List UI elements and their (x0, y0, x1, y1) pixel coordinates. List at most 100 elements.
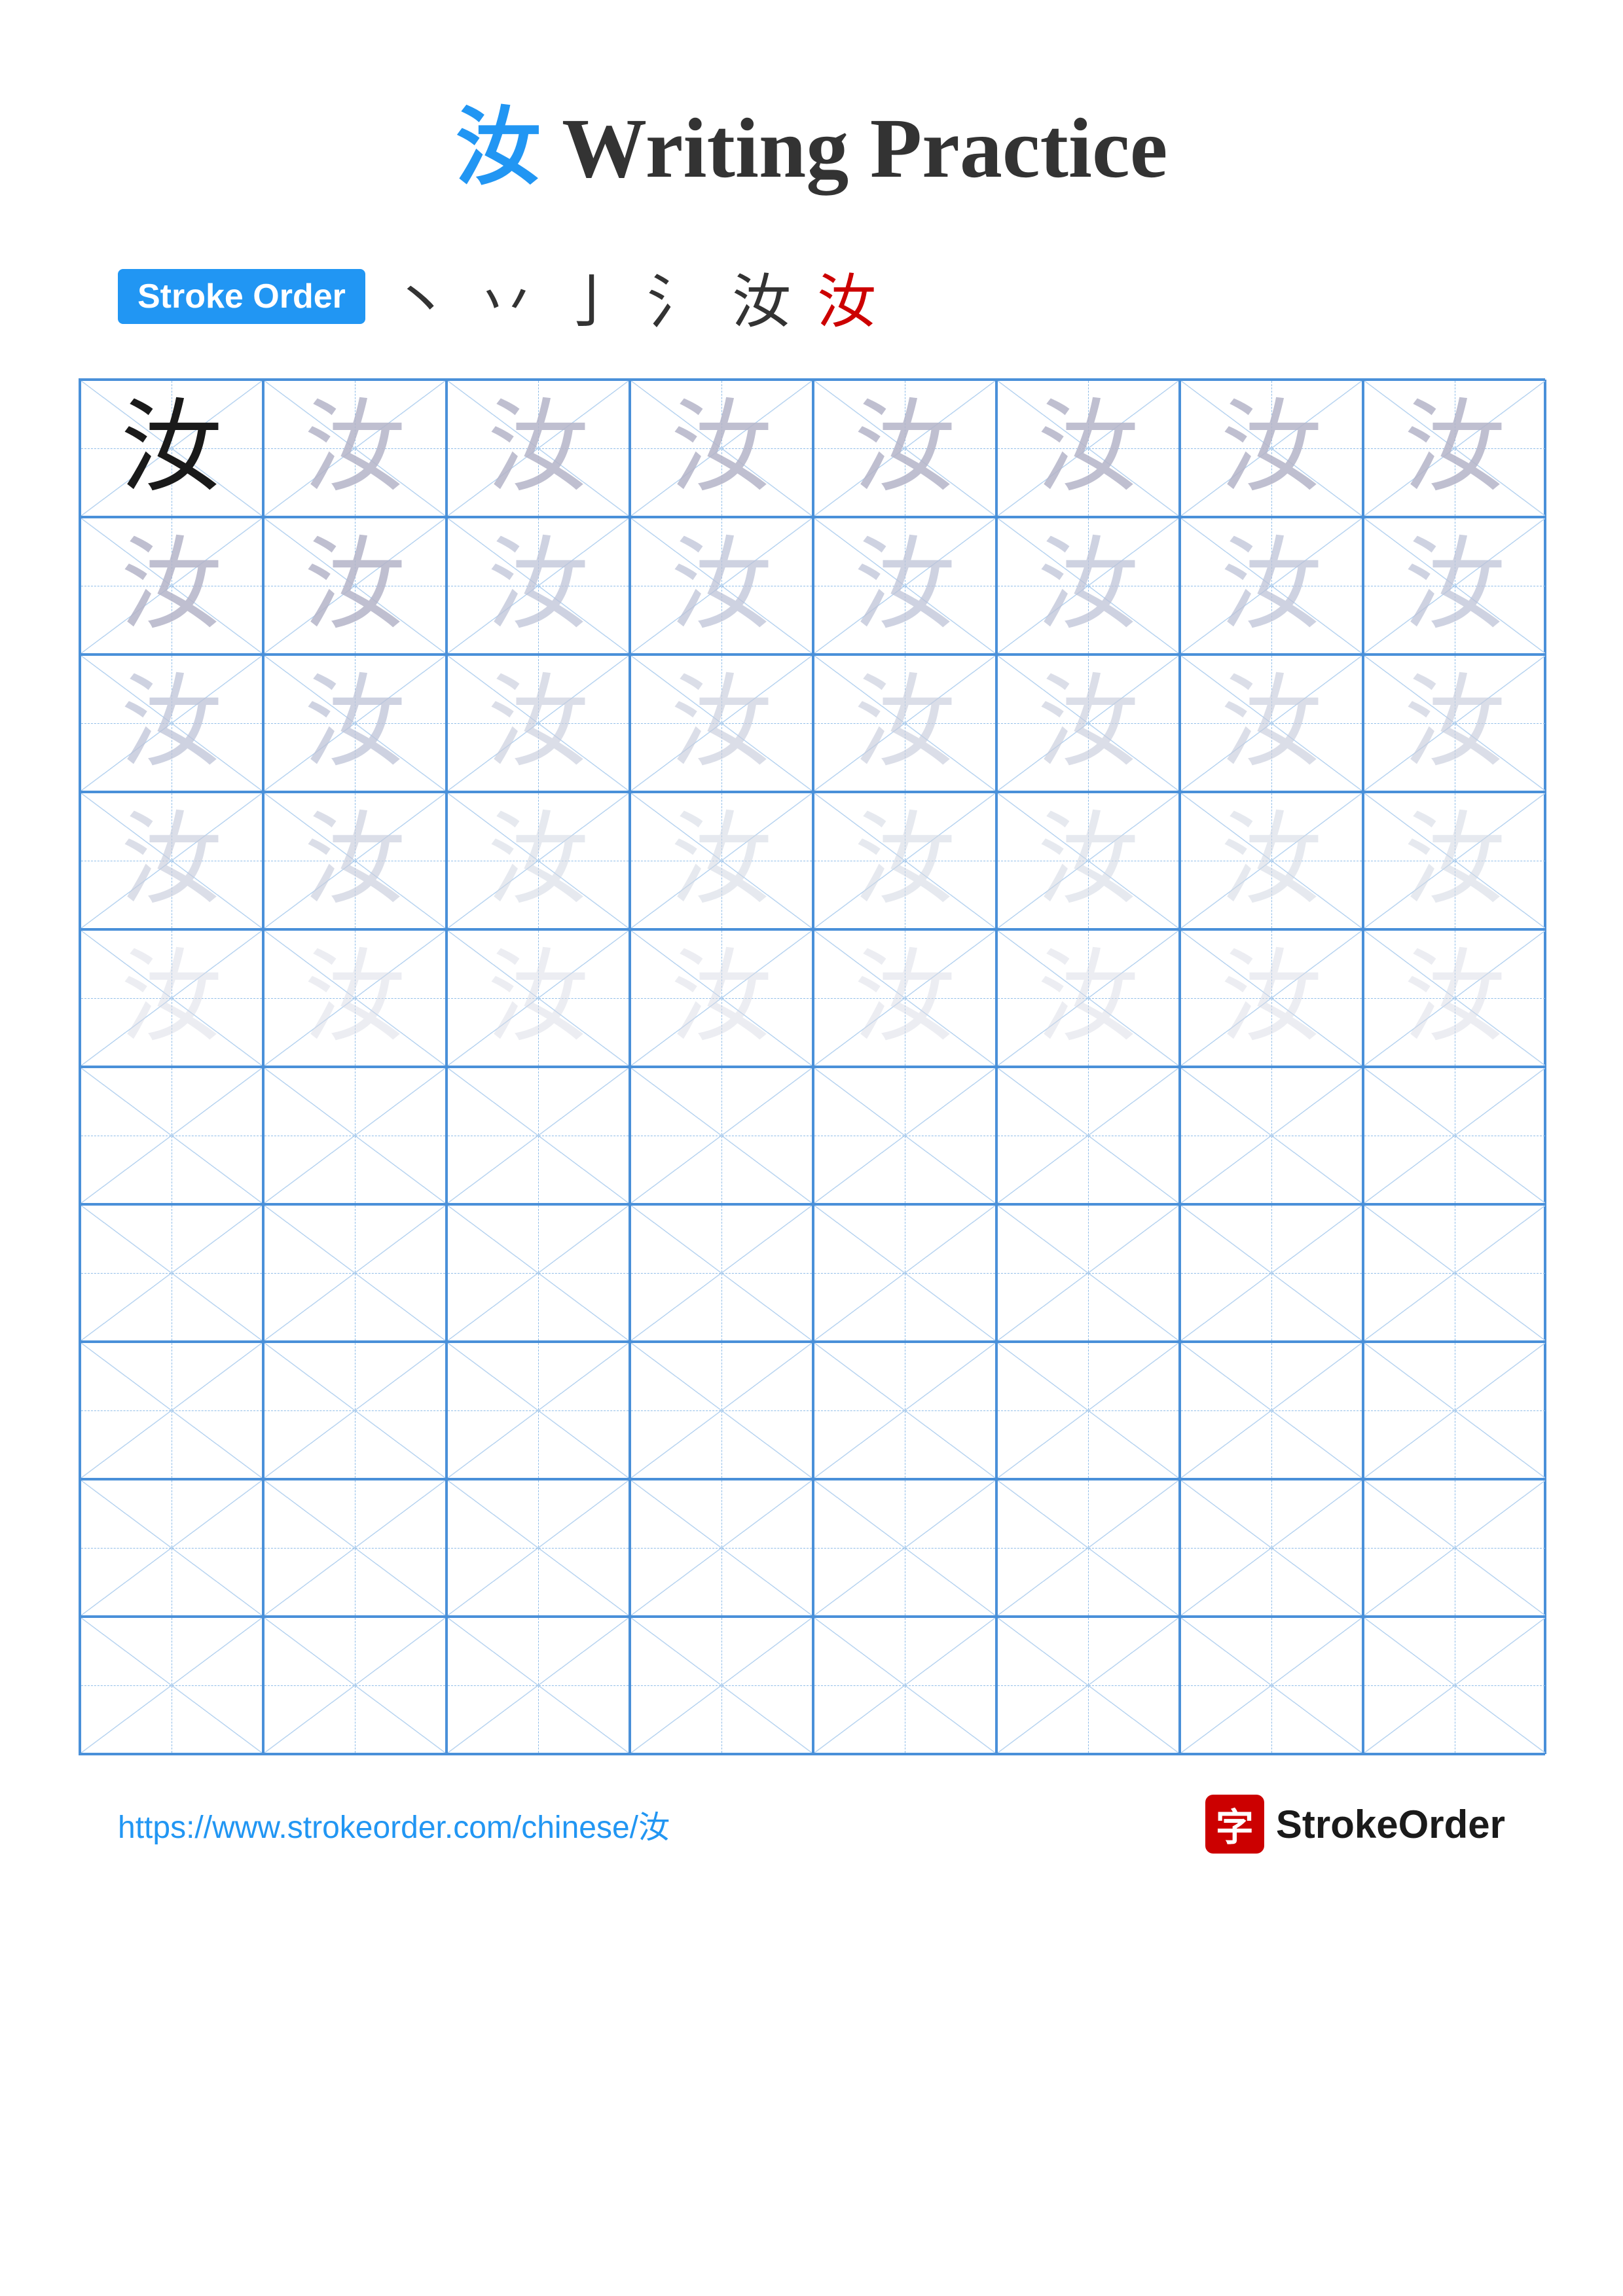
grid-cell[interactable]: 汝 (1363, 929, 1546, 1067)
grid-cell[interactable] (996, 1479, 1180, 1617)
grid-cell[interactable]: 汝 (80, 655, 263, 792)
grid-cell[interactable] (813, 1479, 996, 1617)
grid-cell[interactable] (263, 1342, 447, 1479)
grid-cell[interactable] (630, 1342, 813, 1479)
grid-cell[interactable] (80, 1617, 263, 1754)
grid-cell[interactable] (630, 1204, 813, 1342)
grid-cell[interactable] (447, 1342, 630, 1479)
grid-cell[interactable]: 汝 (447, 792, 630, 929)
grid-cell[interactable] (447, 1617, 630, 1754)
grid-cell[interactable]: 汝 (996, 655, 1180, 792)
stroke-5: 汝 (732, 254, 804, 339)
grid-cell[interactable]: 汝 (813, 655, 996, 792)
grid-cell[interactable] (1363, 1617, 1546, 1754)
stroke-4: 氵 (647, 254, 719, 339)
stroke-sequence: 丶 丷 亅 氵 汝 汝 (392, 254, 889, 339)
grid-cell[interactable]: 汝 (813, 517, 996, 655)
grid-cell[interactable]: 汝 (80, 792, 263, 929)
grid-cell[interactable] (80, 1342, 263, 1479)
grid-cell[interactable] (447, 1204, 630, 1342)
practice-char: 汝 (670, 673, 772, 774)
grid-cell[interactable] (263, 1204, 447, 1342)
practice-char: 汝 (1220, 948, 1322, 1049)
grid-cell[interactable]: 汝 (1180, 929, 1363, 1067)
grid-cell[interactable]: 汝 (263, 517, 447, 655)
grid-cell[interactable] (263, 1067, 447, 1204)
grid-cell[interactable]: 汝 (813, 792, 996, 929)
grid-cell[interactable] (447, 1067, 630, 1204)
grid-cell[interactable]: 汝 (630, 929, 813, 1067)
grid-cell[interactable] (263, 1479, 447, 1617)
practice-char: 汝 (1220, 810, 1322, 912)
practice-char: 汝 (1037, 535, 1139, 637)
grid-cell[interactable] (1180, 1479, 1363, 1617)
grid-cell[interactable]: 汝 (1180, 792, 1363, 929)
grid-cell[interactable] (1180, 1617, 1363, 1754)
grid-cell[interactable]: 汝 (1180, 655, 1363, 792)
footer-url[interactable]: https://www.strokeorder.com/chinese/汝 (118, 1801, 670, 1847)
footer-logo: 字 StrokeOrder (1205, 1795, 1505, 1854)
grid-cell[interactable]: 汝 (813, 380, 996, 517)
grid-cell[interactable] (996, 1342, 1180, 1479)
grid-cell[interactable]: 汝 (447, 380, 630, 517)
grid-cell[interactable]: 汝 (447, 929, 630, 1067)
grid-cell[interactable] (1180, 1067, 1363, 1204)
grid-cell[interactable]: 汝 (1180, 380, 1363, 517)
grid-cell[interactable] (80, 1204, 263, 1342)
grid-cell[interactable] (813, 1067, 996, 1204)
grid-cell[interactable] (1363, 1479, 1546, 1617)
grid-cell[interactable]: 汝 (263, 792, 447, 929)
grid-cell[interactable] (1180, 1342, 1363, 1479)
grid-cell[interactable] (263, 1617, 447, 1754)
grid-cell[interactable] (1363, 1067, 1546, 1204)
grid-cell[interactable] (1363, 1342, 1546, 1479)
grid-cell[interactable]: 汝 (80, 380, 263, 517)
stroke-2: 丷 (477, 254, 549, 339)
grid-cell[interactable] (630, 1479, 813, 1617)
grid-cell[interactable] (1363, 1204, 1546, 1342)
logo-icon: 字 (1205, 1795, 1264, 1854)
grid-cell[interactable] (447, 1479, 630, 1617)
stroke-3: 亅 (562, 254, 634, 339)
grid-cell[interactable]: 汝 (1180, 517, 1363, 655)
practice-char: 汝 (1220, 398, 1322, 499)
grid-cell[interactable]: 汝 (630, 380, 813, 517)
grid-cell[interactable]: 汝 (263, 929, 447, 1067)
grid-cell[interactable]: 汝 (263, 380, 447, 517)
practice-char: 汝 (487, 948, 589, 1049)
title-char: 汝 (456, 101, 541, 196)
grid-cell[interactable] (630, 1067, 813, 1204)
practice-char: 汝 (854, 948, 955, 1049)
grid-cell[interactable] (996, 1617, 1180, 1754)
grid-cell[interactable]: 汝 (447, 655, 630, 792)
grid-cell[interactable]: 汝 (263, 655, 447, 792)
grid-cell[interactable]: 汝 (996, 380, 1180, 517)
grid-cell[interactable]: 汝 (630, 792, 813, 929)
grid-cell[interactable] (80, 1479, 263, 1617)
grid-cell[interactable] (1180, 1204, 1363, 1342)
grid-cell[interactable]: 汝 (996, 517, 1180, 655)
grid-cell[interactable]: 汝 (996, 929, 1180, 1067)
grid-cell[interactable] (996, 1204, 1180, 1342)
grid-cell[interactable]: 汝 (996, 792, 1180, 929)
practice-char: 汝 (120, 673, 222, 774)
grid-cell[interactable]: 汝 (630, 655, 813, 792)
practice-char: 汝 (1037, 398, 1139, 499)
grid-cell[interactable] (80, 1067, 263, 1204)
grid-cell[interactable] (813, 1204, 996, 1342)
grid-cell[interactable]: 汝 (630, 517, 813, 655)
grid-cell[interactable]: 汝 (447, 517, 630, 655)
grid-cell[interactable]: 汝 (80, 517, 263, 655)
grid-cell[interactable] (630, 1617, 813, 1754)
grid-cell[interactable] (813, 1342, 996, 1479)
grid-cell[interactable] (996, 1067, 1180, 1204)
practice-char: 汝 (1037, 810, 1139, 912)
grid-cell[interactable]: 汝 (1363, 655, 1546, 792)
grid-cell[interactable]: 汝 (1363, 792, 1546, 929)
grid-cell[interactable] (813, 1617, 996, 1754)
practice-char: 汝 (1404, 398, 1505, 499)
grid-cell[interactable]: 汝 (1363, 380, 1546, 517)
grid-cell[interactable]: 汝 (80, 929, 263, 1067)
grid-cell[interactable]: 汝 (813, 929, 996, 1067)
grid-cell[interactable]: 汝 (1363, 517, 1546, 655)
